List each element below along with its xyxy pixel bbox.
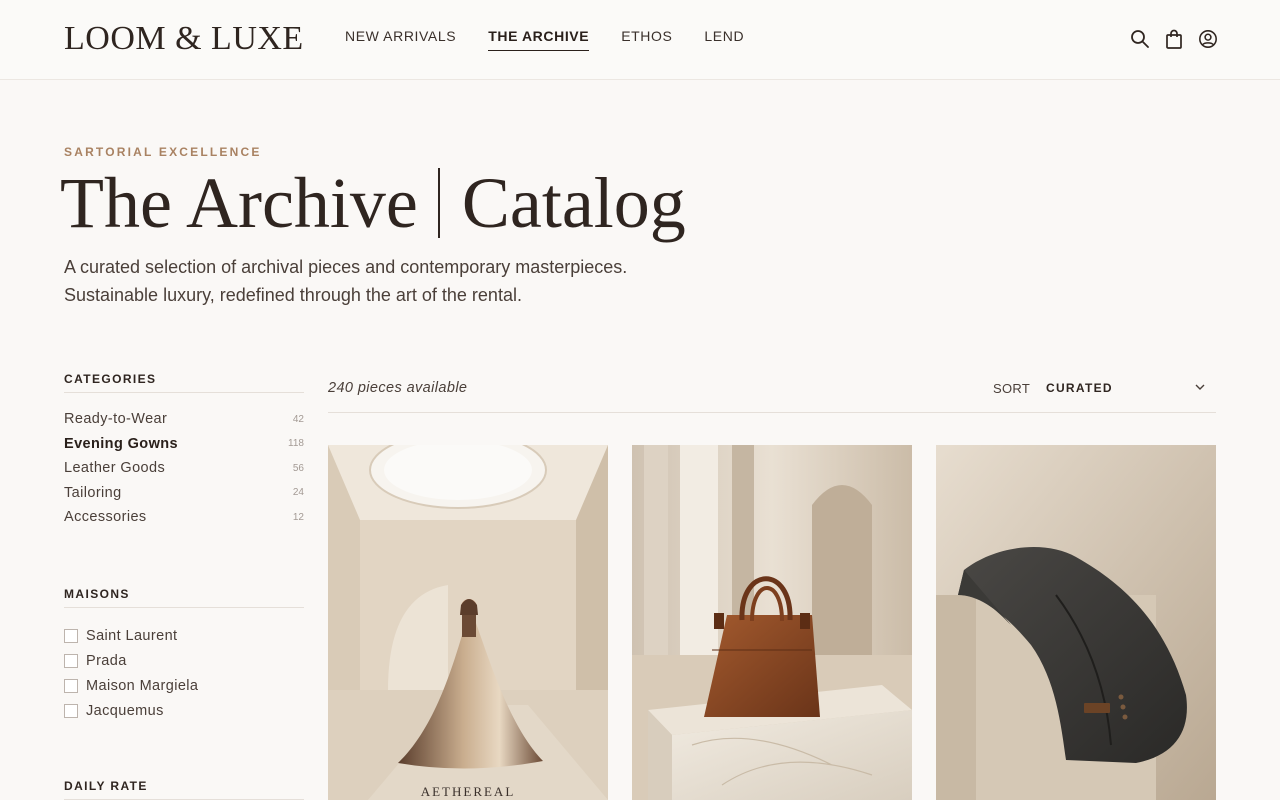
product-card[interactable]	[936, 445, 1216, 800]
site-header: LOOM & LUXE NEW ARRIVALS THE ARCHIVE ETH…	[0, 0, 1280, 80]
maisons-section: MAISONS Saint Laurent Prada Maison Margi…	[64, 587, 304, 723]
maison-label: Maison Margiela	[86, 677, 199, 694]
sort-label: SORT	[993, 381, 1031, 396]
product-image-jacket	[936, 445, 1216, 800]
category-label: Leather Goods	[64, 460, 166, 477]
page-title: The Archive Catalog	[60, 158, 686, 248]
account-icon[interactable]	[1198, 28, 1218, 50]
category-label: Evening Gowns	[64, 435, 178, 452]
product-card[interactable]: AETHEREAL	[328, 445, 608, 800]
hero-description-line-1: A curated selection of archival pieces a…	[64, 257, 628, 277]
hero-eyebrow: SARTORIAL EXCELLENCE	[64, 145, 262, 159]
hero-description-line-2: Sustainable luxury, redefined through th…	[64, 285, 522, 305]
nav-lend[interactable]: LEND	[704, 28, 744, 51]
maison-saint-laurent[interactable]: Saint Laurent	[64, 623, 304, 648]
category-count: 24	[292, 487, 304, 499]
nav-the-archive[interactable]: THE ARCHIVE	[488, 28, 590, 51]
maison-checkbox[interactable]	[64, 628, 78, 643]
sort-dropdown[interactable]: CURATED	[1046, 378, 1216, 398]
maison-label: Jacquemus	[86, 702, 164, 719]
daily-rate-heading: DAILY RATE	[64, 779, 304, 800]
main-nav: NEW ARRIVALS THE ARCHIVE ETHOS LEND	[345, 28, 744, 51]
hero-description: A curated selection of archival pieces a…	[64, 253, 764, 309]
category-leather-goods[interactable]: Leather Goods 56	[64, 456, 304, 481]
categories-heading: CATEGORIES	[64, 372, 304, 393]
header-actions	[1130, 28, 1218, 50]
category-list: Ready-to-Wear 42 Evening Gowns 118 Leath…	[64, 407, 304, 530]
search-icon[interactable]	[1130, 28, 1150, 50]
maison-checkbox[interactable]	[64, 653, 78, 668]
category-evening-gowns[interactable]: Evening Gowns 118	[64, 432, 304, 457]
maison-checkbox[interactable]	[64, 703, 78, 718]
maison-label: Saint Laurent	[86, 627, 178, 644]
page-title-secondary: Catalog	[461, 163, 686, 243]
category-label: Ready-to-Wear	[64, 411, 168, 428]
category-count: 42	[292, 413, 304, 425]
sort-value: CURATED	[1046, 381, 1113, 395]
category-count: 12	[292, 511, 304, 523]
maisons-heading: MAISONS	[64, 587, 304, 608]
product-image-handbag	[632, 445, 912, 800]
categories-section: CATEGORIES Ready-to-Wear 42 Evening Gown…	[64, 372, 304, 530]
category-ready-to-wear[interactable]: Ready-to-Wear 42	[64, 407, 304, 432]
category-accessories[interactable]: Accessories 12	[64, 505, 304, 530]
category-label: Tailoring	[64, 484, 122, 501]
title-divider	[437, 168, 440, 238]
bag-icon[interactable]	[1164, 28, 1184, 50]
maison-maison-margiela[interactable]: Maison Margiela	[64, 673, 304, 698]
product-brand-label: AETHEREAL	[420, 784, 516, 799]
category-label: Accessories	[64, 509, 147, 526]
category-tailoring[interactable]: Tailoring 24	[64, 481, 304, 506]
nav-new-arrivals[interactable]: NEW ARRIVALS	[345, 28, 456, 51]
category-count: 118	[288, 438, 304, 450]
maison-checkbox[interactable]	[64, 678, 78, 693]
results-toolbar: 240 pieces available SORT CURATED	[328, 372, 1216, 413]
chevron-down-icon	[1194, 380, 1206, 398]
maison-label: Prada	[86, 652, 127, 669]
maison-list: Saint Laurent Prada Maison Margiela Jacq…	[64, 623, 304, 723]
page-title-primary: The Archive	[60, 163, 418, 243]
category-count: 56	[292, 462, 304, 474]
product-card[interactable]	[632, 445, 912, 800]
product-image-gown	[328, 445, 608, 800]
brand-logo[interactable]: LOOM & LUXE	[64, 18, 304, 60]
daily-rate-section: DAILY RATE	[64, 779, 304, 800]
nav-ethos[interactable]: ETHOS	[621, 28, 672, 51]
results-count: 240 pieces available	[328, 380, 468, 396]
maison-prada[interactable]: Prada	[64, 648, 304, 673]
maison-jacquemus[interactable]: Jacquemus	[64, 698, 304, 723]
